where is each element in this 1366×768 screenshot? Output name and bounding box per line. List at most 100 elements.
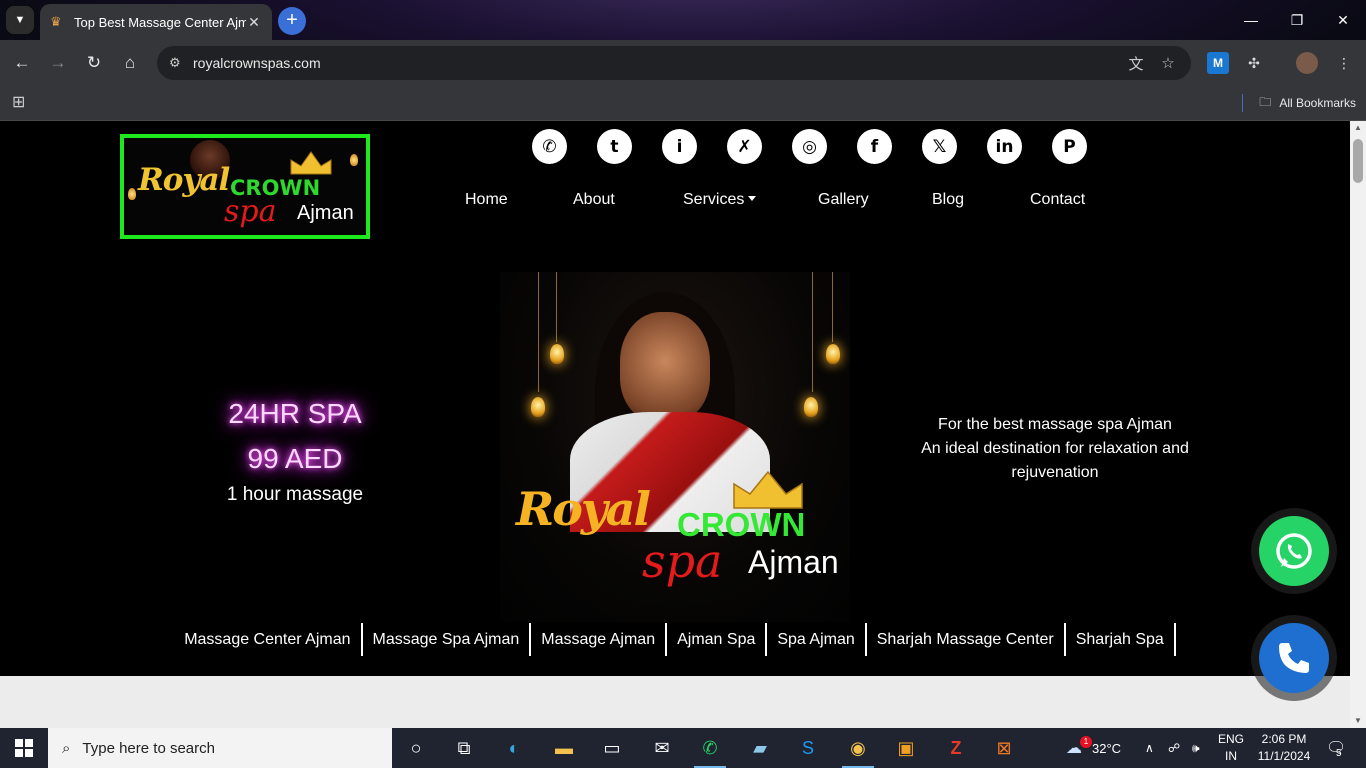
banner-ajman-text: Ajman — [748, 544, 839, 580]
lang-code: ENG — [1217, 732, 1244, 746]
new-tab-button[interactable]: + — [278, 7, 306, 35]
weather-badge: 1 — [1080, 736, 1092, 748]
windows-taskbar: ⌕ Type here to search ○ ⧉ ◐ ▬ ▭ ✉ ✆ ▰ S … — [0, 728, 1366, 768]
network-icon[interactable]: ☍ — [1168, 728, 1180, 768]
keyword-link[interactable]: Spa Ajman — [767, 623, 867, 656]
browser-toolbar: ← → ↻ ⌂ ⚙ royalcrownspas.com 文 ☆ M ✣ ⋮ — [0, 40, 1366, 86]
mail-icon[interactable]: ✉ — [638, 728, 686, 768]
file-explorer-icon[interactable]: ▬ — [540, 728, 588, 768]
nav-services[interactable]: Services — [683, 191, 757, 209]
call-float-button[interactable] — [1259, 623, 1329, 693]
volume-icon[interactable]: 🕪 — [1192, 728, 1200, 768]
outlook-icon[interactable]: ▣ — [882, 728, 930, 768]
keyword-link[interactable]: Sharjah Spa — [1066, 623, 1176, 656]
cortana-icon[interactable]: ○ — [392, 728, 440, 768]
search-placeholder: Type here to search — [82, 739, 215, 757]
pinterest-icon[interactable]: P — [1052, 129, 1087, 164]
notes-app-icon[interactable]: ▰ — [736, 728, 784, 768]
whatsapp-float-button[interactable] — [1259, 516, 1329, 586]
promo-24hr: 24HR SPA — [228, 398, 362, 429]
translate-icon[interactable]: 文 — [1121, 46, 1151, 80]
filezilla-icon[interactable]: Z — [932, 728, 980, 768]
site-logo[interactable]: Royal CROWN spa Ajman — [120, 134, 370, 239]
weather-widget[interactable]: ☁ 32°C — [1066, 728, 1121, 768]
nav-home[interactable]: Home — [465, 191, 508, 209]
keyword-link[interactable]: Massage Center Ajman — [174, 623, 363, 656]
linkedin-icon[interactable]: in — [987, 129, 1022, 164]
keyword-link[interactable]: Massage Spa Ajman — [363, 623, 532, 656]
tab-title: Top Best Massage Center Ajman — [74, 14, 246, 30]
active-tab[interactable]: ♛ Top Best Massage Center Ajman ✕ — [40, 4, 272, 40]
facebook-icon[interactable]: f — [857, 129, 892, 164]
bookmarks-bar: ⊞ 🗀 All Bookmarks — [0, 86, 1366, 121]
minimize-button[interactable]: — — [1228, 0, 1274, 40]
dropdown-caret-icon — [748, 196, 757, 201]
nav-services-label: Services — [683, 191, 745, 208]
tab-close-icon[interactable]: ✕ — [246, 14, 262, 31]
tab-search-button[interactable]: ▼ — [6, 6, 34, 34]
page-footer-strip — [0, 676, 1350, 728]
notification-count: 5 — [1336, 748, 1342, 759]
keyword-link[interactable]: Massage Ajman — [531, 623, 668, 656]
forward-icon[interactable]: → — [43, 48, 73, 78]
lamp-icon — [350, 154, 358, 166]
nav-blog[interactable]: Blog — [932, 191, 964, 209]
xing-icon[interactable]: ✗ — [727, 129, 762, 164]
all-bookmarks-button[interactable]: 🗀 All Bookmarks — [1242, 92, 1356, 114]
start-button[interactable] — [0, 728, 48, 768]
browser-chrome: ▼ ♛ Top Best Massage Center Ajman ✕ + — … — [0, 0, 1366, 121]
tagline-block: For the best massage spa Ajman An ideal … — [905, 413, 1205, 485]
extensions-puzzle-icon[interactable]: ✣ — [1243, 52, 1265, 74]
whatsapp-icon[interactable]: ✆ — [532, 129, 567, 164]
lamp-icon — [550, 344, 564, 364]
keyword-links: Massage Center Ajman Massage Spa Ajman M… — [0, 623, 1350, 656]
lamp-icon — [531, 397, 545, 417]
skype-icon[interactable]: S — [784, 728, 832, 768]
address-bar[interactable]: ⚙ royalcrownspas.com 文 ☆ — [157, 46, 1191, 80]
site-info-icon[interactable]: ⚙ — [169, 55, 185, 71]
reload-icon[interactable]: ↻ — [79, 48, 109, 78]
promo-block: 24HR SPA 99 AED 1 hour massage — [180, 391, 410, 506]
whatsapp-app-icon[interactable]: ✆ — [686, 728, 734, 768]
scroll-thumb[interactable] — [1353, 139, 1363, 183]
lamp-chain — [538, 272, 539, 392]
extension-m-icon[interactable]: M — [1207, 52, 1229, 74]
back-icon[interactable]: ← — [7, 48, 37, 78]
task-view-icon[interactable]: ⧉ — [440, 728, 488, 768]
tumblr-icon[interactable]: t — [597, 129, 632, 164]
main-navigation: Home About Services Gallery Blog Contact — [0, 191, 1350, 215]
taskbar-search[interactable]: ⌕ Type here to search — [48, 728, 392, 768]
chrome-icon[interactable]: ◉ — [834, 728, 882, 768]
apps-grid-icon[interactable]: ⊞ — [12, 94, 30, 112]
tab-strip: ▼ ♛ Top Best Massage Center Ajman ✕ + — … — [0, 0, 1366, 40]
info-icon[interactable]: i — [662, 129, 697, 164]
close-window-button[interactable]: ✕ — [1320, 0, 1366, 40]
terminal-icon[interactable]: ▭ — [588, 728, 636, 768]
clock-time: 2:06 PM — [1261, 732, 1307, 746]
instagram-icon[interactable]: ◎ — [792, 129, 827, 164]
restore-button[interactable]: ❐ — [1274, 0, 1320, 40]
all-bookmarks-label: All Bookmarks — [1279, 96, 1356, 110]
page-scrollbar[interactable]: ▲ ▼ — [1350, 121, 1366, 728]
home-icon[interactable]: ⌂ — [115, 48, 145, 78]
x-icon[interactable]: 𝕏 — [922, 129, 957, 164]
profile-avatar[interactable] — [1296, 52, 1318, 74]
nav-about[interactable]: About — [573, 191, 615, 209]
bookmark-star-icon[interactable]: ☆ — [1153, 46, 1183, 80]
scroll-up-icon[interactable]: ▲ — [1350, 121, 1366, 135]
nav-contact[interactable]: Contact — [1030, 191, 1085, 209]
lang-region: IN — [1225, 749, 1237, 763]
browser-menu-icon[interactable]: ⋮ — [1333, 52, 1355, 74]
language-indicator[interactable]: ENG IN — [1214, 731, 1248, 765]
keyword-link[interactable]: Sharjah Massage Center — [867, 623, 1066, 656]
tagline-line-1: For the best massage spa Ajman — [938, 416, 1172, 433]
lamp-icon — [804, 397, 818, 417]
tray-chevron-icon[interactable]: ∧ — [1145, 728, 1154, 768]
system-clock[interactable]: 2:06 PM 11/1/2024 — [1252, 731, 1316, 765]
edge-icon[interactable]: ◐ — [490, 728, 538, 768]
nav-gallery[interactable]: Gallery — [818, 191, 869, 209]
scroll-down-icon[interactable]: ▼ — [1350, 714, 1366, 728]
keyword-link[interactable]: Ajman Spa — [667, 623, 768, 656]
xampp-icon[interactable]: ⊠ — [980, 728, 1028, 768]
lamp-chain — [832, 272, 833, 342]
